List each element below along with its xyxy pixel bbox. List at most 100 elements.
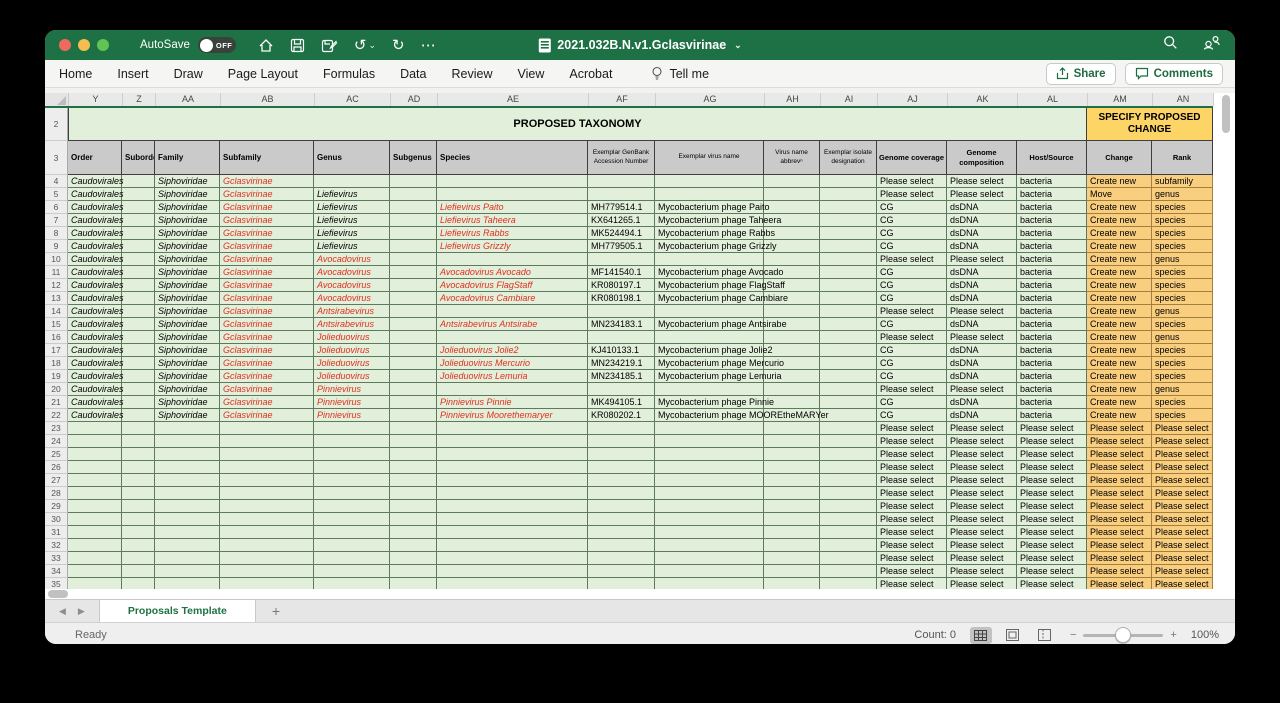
cell[interactable] [437,461,588,474]
cell[interactable] [390,422,437,435]
cell[interactable]: MK494105.1 [588,396,655,409]
cell[interactable] [390,500,437,513]
cell[interactable]: Please select [1017,552,1087,565]
cell[interactable]: Mycobacterium phage Pinnie [655,396,764,409]
cell[interactable] [390,318,437,331]
cell[interactable] [655,500,764,513]
cell[interactable]: Please select [877,188,947,201]
cell[interactable] [314,487,390,500]
row-header-20[interactable]: 20 [45,383,68,396]
cell[interactable] [820,396,877,409]
cell[interactable] [122,539,155,552]
cell[interactable] [68,500,122,513]
cell[interactable] [655,526,764,539]
cell[interactable] [314,513,390,526]
cell[interactable] [820,422,877,435]
cell[interactable]: Please select [1152,487,1213,500]
cell[interactable] [390,253,437,266]
header-cell[interactable]: Species [437,141,588,175]
cell[interactable]: bacteria [1017,279,1087,292]
cell[interactable]: Please select [947,331,1017,344]
cell[interactable] [390,461,437,474]
cell[interactable] [820,513,877,526]
cell[interactable]: Please select [947,175,1017,188]
horizontal-scrollbar-thumb[interactable] [48,590,68,598]
cell[interactable] [820,539,877,552]
cell[interactable] [220,539,314,552]
cell[interactable]: Mycobacterium phage MOOREtheMARYer [655,409,764,422]
cell[interactable]: Please select [877,500,947,513]
cell[interactable]: genus [1152,188,1213,201]
cell[interactable]: Siphoviridae [155,357,220,370]
cell[interactable] [68,435,122,448]
cell[interactable] [122,409,155,422]
cell[interactable] [764,461,820,474]
cell[interactable] [588,526,655,539]
cell[interactable] [655,188,764,201]
cell[interactable]: Please select [947,188,1017,201]
cell[interactable] [68,565,122,578]
cell[interactable]: Siphoviridae [155,214,220,227]
row-header-5[interactable]: 5 [45,188,68,201]
cell[interactable]: KR080197.1 [588,279,655,292]
cell[interactable]: Gclasvirinae [220,409,314,422]
cell[interactable] [588,188,655,201]
cell[interactable]: CG [877,279,947,292]
redo-icon[interactable]: ↻ [392,38,405,53]
row-header-15[interactable]: 15 [45,318,68,331]
cell[interactable] [122,578,155,589]
cell[interactable]: Create new [1087,396,1152,409]
home-icon[interactable] [258,38,274,53]
cell[interactable]: dsDNA [947,409,1017,422]
cell[interactable]: bacteria [1017,370,1087,383]
cell[interactable] [68,513,122,526]
row-header-16[interactable]: 16 [45,331,68,344]
cell[interactable] [155,539,220,552]
cell[interactable] [588,422,655,435]
cell[interactable]: CG [877,318,947,331]
cell[interactable]: species [1152,409,1213,422]
cell[interactable]: dsDNA [947,266,1017,279]
cell[interactable]: Mycobacterium phage Paito [655,201,764,214]
cell[interactable]: Create new [1087,266,1152,279]
cell[interactable]: Please select [1087,539,1152,552]
cell[interactable] [764,448,820,461]
cell[interactable]: Gclasvirinae [220,292,314,305]
tab-view[interactable]: View [517,67,544,81]
cell[interactable] [390,292,437,305]
cell[interactable]: Please select [947,435,1017,448]
cell[interactable]: Gclasvirinae [220,214,314,227]
cell[interactable] [390,383,437,396]
cell[interactable] [390,474,437,487]
cell[interactable]: Please select [877,422,947,435]
cell[interactable] [820,331,877,344]
cell[interactable]: dsDNA [947,214,1017,227]
cell[interactable] [764,305,820,318]
cell[interactable] [68,578,122,589]
vertical-scrollbar-thumb[interactable] [1222,95,1230,133]
cell[interactable]: Please select [877,383,947,396]
specify-change-banner[interactable]: SPECIFY PROPOSED CHANGE [1087,108,1213,141]
cell[interactable] [220,448,314,461]
column-header-AC[interactable]: AC [315,93,391,106]
save-icon[interactable] [290,38,305,53]
cell[interactable] [68,487,122,500]
cell[interactable]: Please select [947,448,1017,461]
cell[interactable]: Siphoviridae [155,409,220,422]
cell[interactable]: species [1152,292,1213,305]
prev-sheet-icon[interactable]: ◀ [59,606,66,617]
cell[interactable]: dsDNA [947,227,1017,240]
cell[interactable] [820,474,877,487]
cell[interactable]: bacteria [1017,318,1087,331]
cell[interactable] [588,383,655,396]
cell[interactable]: bacteria [1017,201,1087,214]
row-header-12[interactable]: 12 [45,279,68,292]
cell[interactable] [437,474,588,487]
cell[interactable] [437,188,588,201]
cell[interactable] [155,461,220,474]
cell[interactable]: Pinnievirus Pinnie [437,396,588,409]
cell[interactable]: Create new [1087,383,1152,396]
cell[interactable] [155,500,220,513]
column-header-AM[interactable]: AM [1088,93,1153,106]
cell[interactable]: Please select [877,487,947,500]
